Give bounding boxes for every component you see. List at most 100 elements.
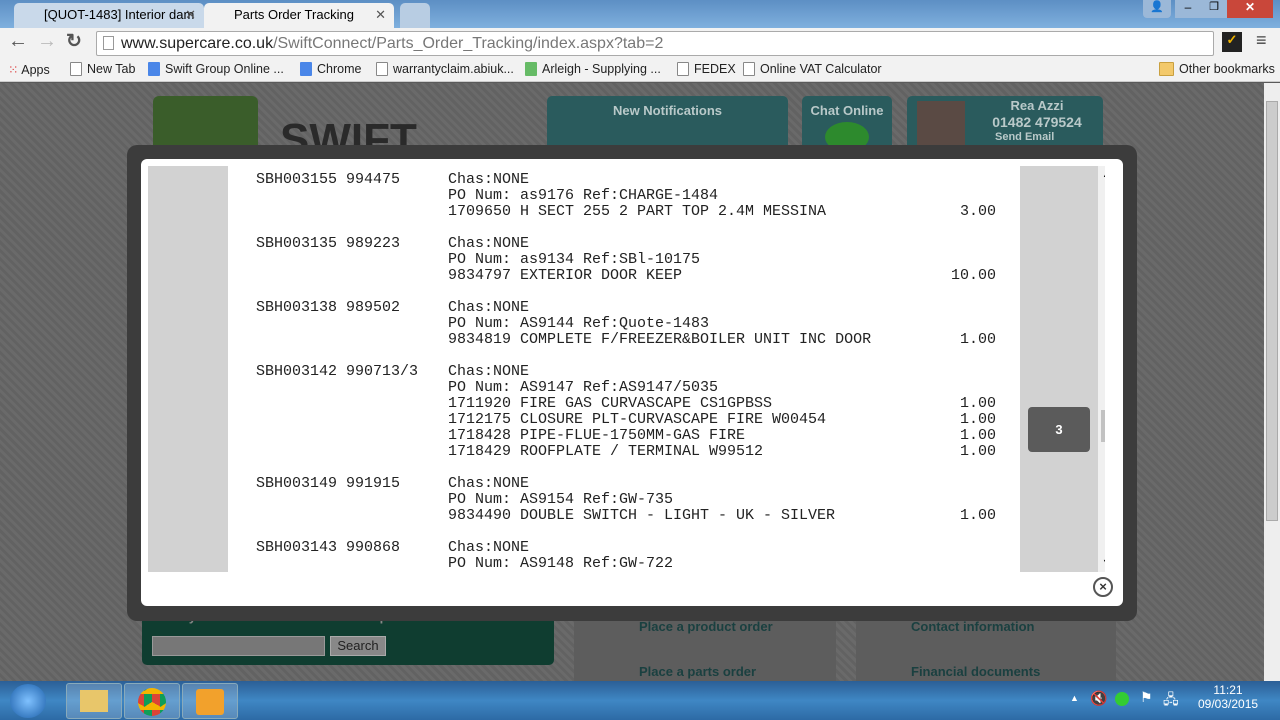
volume-muted-icon[interactable]: 🔇 [1090, 690, 1107, 707]
order-line: PO Num: AS9148 Ref:GW-722 [256, 556, 996, 572]
tab-parts-order-tracking[interactable]: Parts Order Tracking ✕ [204, 3, 394, 28]
back-icon[interactable]: ← [8, 30, 28, 53]
po-reference: PO Num: as9134 Ref:SBl-10175 [448, 251, 701, 268]
item-description: 1709650 H SECT 255 2 PART TOP 2.4M MESSI… [448, 203, 827, 220]
modal-scrollbar-thumb[interactable] [1101, 410, 1105, 442]
taskbar-chrome[interactable] [124, 683, 180, 719]
close-modal-button[interactable]: × [1093, 577, 1113, 597]
forward-icon[interactable]: → [37, 30, 57, 53]
url-path: /SwiftConnect/Parts_Order_Tracking/index… [273, 35, 664, 52]
contact-information-link[interactable]: Contact information [911, 619, 1035, 634]
taskbar-outlook[interactable] [182, 683, 238, 719]
status-green-icon[interactable] [1115, 692, 1129, 706]
item-description: 9834797 EXTERIOR DOOR KEEP [448, 267, 683, 284]
user-profile-icon[interactable]: 👤 [1143, 0, 1171, 18]
restore-button[interactable]: ❐ [1201, 0, 1227, 18]
item-description: 1718428 PIPE-FLUE-1750MM-GAS FIRE [448, 427, 746, 444]
right-margin [1020, 166, 1098, 572]
user-name: Rea Azzi [1010, 98, 1064, 113]
taskbar-explorer[interactable] [66, 683, 122, 719]
bookmark-apps[interactable]: ⁙ Apps [8, 62, 50, 77]
reload-icon[interactable]: ↻ [66, 30, 82, 53]
page-icon [70, 62, 82, 76]
bookmark-new-tab[interactable]: New Tab [70, 62, 135, 76]
folder-icon [1159, 62, 1174, 76]
bookmark-arleigh[interactable]: Arleigh - Supplying ... [525, 62, 661, 76]
minimize-button[interactable]: – [1175, 0, 1201, 18]
po-reference: PO Num: as9176 Ref:CHARGE-1484 [448, 187, 719, 204]
arleigh-icon [525, 62, 537, 76]
item-description: 9834819 COMPLETE F/FREEZER&BOILER UNIT I… [448, 331, 872, 348]
apps-grid-icon: ⁙ [8, 63, 22, 77]
order-id: SBH003143 990868 [256, 539, 401, 556]
order-line: 9834490 DOUBLE SWITCH - LIGHT - UK - SIL… [256, 508, 996, 524]
order-line: 1718428 PIPE-FLUE-1750MM-GAS FIRE 1.00 [256, 428, 996, 444]
item-description: 1711920 FIRE GAS CURVASCAPE CS1GPBSS [448, 395, 773, 412]
order-line: SBH003149 991915 Chas:NONE [256, 476, 996, 492]
order-line: SBH003142 990713/3 Chas:NONE [256, 364, 996, 380]
user-phone: 01482 479524 [992, 114, 1082, 130]
search-button[interactable]: Search [330, 636, 386, 656]
order-line: SBH003155 994475 Chas:NONE [256, 172, 996, 188]
address-bar[interactable]: www.supercare.co.uk/SwiftConnect/Parts_O… [96, 31, 1214, 56]
order-line: 1709650 H SECT 255 2 PART TOP 2.4M MESSI… [256, 204, 996, 220]
show-hidden-icons[interactable]: ▲ [1070, 693, 1079, 703]
chassis-number: Chas:NONE [448, 171, 530, 188]
tab-quot-1483[interactable]: [QUOT-1483] Interior dam ✕ [14, 3, 204, 28]
clock-time[interactable]: 11:21 [1198, 683, 1258, 697]
order-line: 9834797 EXTERIOR DOOR KEEP 10.00 [256, 268, 996, 284]
other-bookmarks[interactable]: Other bookmarks [1159, 62, 1275, 76]
menu-icon[interactable]: ≡ [1256, 30, 1267, 51]
action-center-flag-icon[interactable]: ⚑ [1140, 689, 1153, 706]
scroll-up-icon[interactable]: ▲ [1102, 169, 1105, 179]
chat-title: Chat Online [810, 103, 884, 118]
chassis-number: Chas:NONE [448, 363, 530, 380]
send-email-link[interactable]: Send Email [995, 131, 1054, 144]
po-reference: PO Num: AS9154 Ref:GW-735 [448, 491, 674, 508]
place-parts-order-link[interactable]: Place a parts order [639, 664, 756, 679]
scroll-down-icon[interactable]: ▼ [1102, 557, 1105, 567]
order-line: SBH003143 990868 Chas:NONE [256, 540, 996, 556]
order-id: SBH003138 989502 [256, 299, 401, 316]
bookmark-warrantyclaim[interactable]: warrantyclaim.abiuk... [376, 62, 514, 76]
financial-documents-link[interactable]: Financial documents [911, 664, 1040, 679]
google-icon [148, 62, 160, 76]
item-quantity: 1.00 [959, 427, 996, 444]
norton-extension-icon[interactable]: ✓ [1222, 32, 1242, 52]
bookmark-chrome[interactable]: Chrome [300, 62, 361, 76]
close-window-button[interactable]: ✕ [1227, 0, 1273, 18]
bookmark-swift-group[interactable]: Swift Group Online ... [148, 62, 284, 76]
network-icon[interactable]: 🖧 [1163, 689, 1179, 713]
browser-tab-strip: [QUOT-1483] Interior dam ✕ Parts Order Tr… [0, 0, 1280, 28]
close-tab-icon[interactable]: ✕ [185, 7, 196, 23]
bookmark-fedex[interactable]: FEDEX [677, 62, 736, 76]
place-product-order-link[interactable]: Place a product order [639, 619, 773, 634]
chassis-input[interactable] [152, 636, 325, 656]
order-line: 1711920 FIRE GAS CURVASCAPE CS1GPBSS 1.00 [256, 396, 996, 412]
item-quantity: 3.00 [959, 203, 996, 220]
modal-scrollbar[interactable]: ▲ ▼ [1098, 166, 1105, 572]
chassis-number: Chas:NONE [448, 539, 530, 556]
po-reference: PO Num: AS9147 Ref:AS9147/5035 [448, 379, 719, 396]
po-reference: PO Num: AS9144 Ref:Quote-1483 [448, 315, 710, 332]
order-line: SBH003138 989502 Chas:NONE [256, 300, 996, 316]
clock-date[interactable]: 09/03/2015 [1198, 697, 1258, 711]
start-button[interactable] [10, 684, 46, 718]
order-line: 1718429 ROOFPLATE / TERMINAL W99512 1.00 [256, 444, 996, 460]
order-line: 9834819 COMPLETE F/FREEZER&BOILER UNIT I… [256, 332, 996, 348]
order-list: SBH003155 994475 Chas:NONE PO Num: as9176 … [256, 172, 996, 572]
left-margin [148, 166, 228, 572]
order-line: 1712175 CLOSURE PLT-CURVASCAPE FIRE W004… [256, 412, 996, 428]
new-tab-button[interactable] [400, 3, 430, 28]
bookmark-vat-calculator[interactable]: Online VAT Calculator [743, 62, 882, 76]
chassis-number: Chas:NONE [448, 475, 530, 492]
page-scrollbar[interactable] [1264, 83, 1280, 681]
item-description: 9834490 DOUBLE SWITCH - LIGHT - UK - SIL… [448, 507, 836, 524]
page-scrollbar-thumb[interactable] [1266, 101, 1278, 521]
close-tab-icon[interactable]: ✕ [375, 7, 386, 23]
item-quantity: 1.00 [959, 411, 996, 428]
